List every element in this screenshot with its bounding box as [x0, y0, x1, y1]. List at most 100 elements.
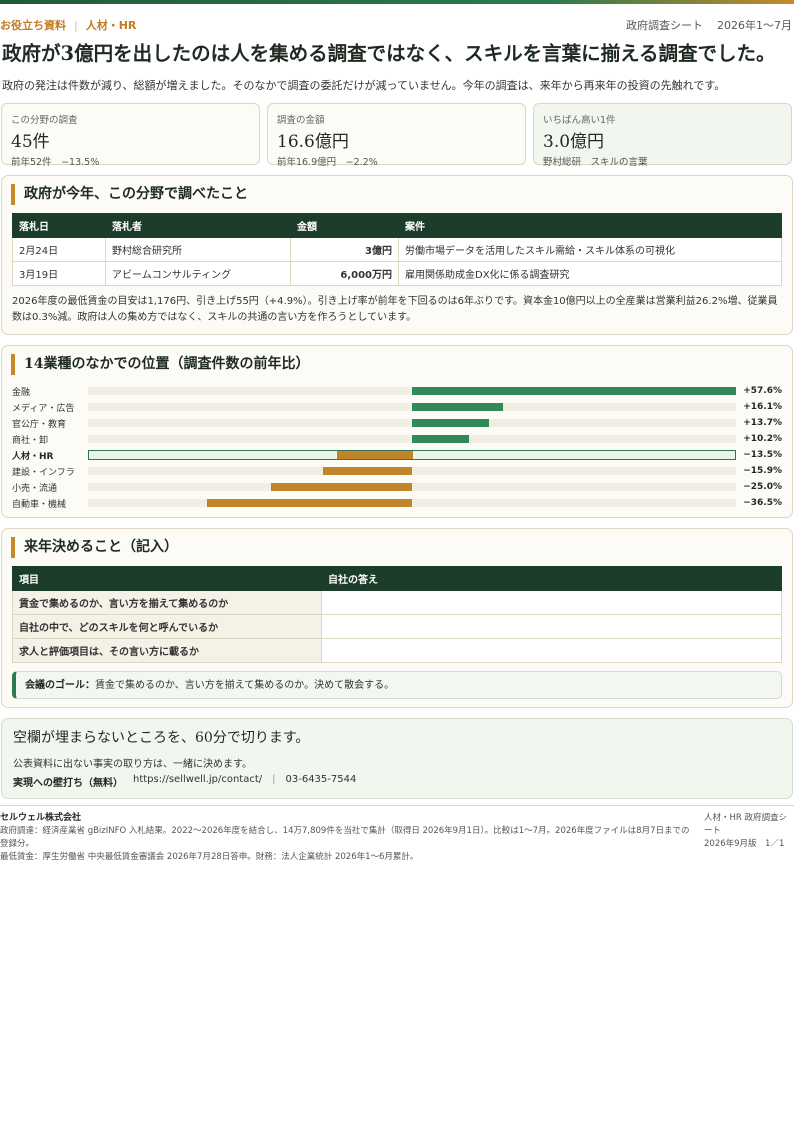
kpi-label: いちばん高い1件 — [543, 115, 616, 126]
cta-title: 空欄が埋まらないところを、60分で切ります。 — [13, 730, 310, 746]
chart-bar — [412, 387, 736, 395]
value-label: +13.7% — [743, 418, 782, 428]
chart-bar — [412, 403, 503, 411]
cell-date: 2月24日 — [12, 237, 106, 262]
table-row: 賃金で集めるのか、言い方を揃えて集めるのか — [12, 590, 782, 615]
tag-resources: お役立ち資料 — [0, 19, 66, 32]
category-label: 建設・インフラ — [12, 467, 75, 478]
contracts-table: 落札日 落札者 金額 案件 2月24日 野村総合研究所 3億円 労働市場データを… — [12, 213, 782, 286]
value-label: +16.1% — [743, 402, 782, 412]
chart-row: 金融 +57.6% — [12, 383, 782, 399]
category-label: 官公庁・教育 — [12, 419, 67, 430]
column-header: 案件 — [398, 213, 782, 238]
page-title: 政府が3億円を出したのは人を集める調査ではなく、スキルを言葉に揃える調査でした。 — [2, 42, 776, 65]
column-header: 項目 — [12, 566, 322, 591]
cell-winner: アビームコンサルティング — [105, 261, 291, 286]
industry-bar-chart: 金融 +57.6% メディア・広告 +16.1% 官公庁・教育 +13.7% 商社・卸 +10… — [12, 383, 782, 511]
chart-row: 官公庁・教育 +13.7% — [12, 415, 782, 431]
cell-amount: 6,000万円 — [290, 261, 399, 286]
bar-track — [88, 499, 736, 507]
cell-amount: 3億円 — [290, 237, 399, 262]
section-title: 政府が今年、この分野で調べたこと — [11, 184, 782, 205]
chart-row: 人材・HR −13.5% — [12, 447, 782, 463]
chart-row: 建設・インフラ −15.9% — [12, 463, 782, 479]
value-label: −15.9% — [743, 466, 782, 476]
chart-bar — [412, 435, 470, 443]
answer-field[interactable] — [321, 590, 782, 615]
category-label: 自動車・機械 — [12, 499, 67, 510]
header: お役立ち資料 | 人材・HR 政府調査シート 2026年1〜7月 — [0, 4, 794, 34]
tag-industry: 人材・HR — [85, 19, 137, 32]
footer-doc-info: 人材・HR 政府調査シート 2026年9月版 1／1 — [704, 812, 794, 864]
category-label: 金融 — [12, 387, 31, 398]
tag-separator: | — [74, 18, 78, 32]
bar-track — [88, 450, 736, 460]
column-header: 金額 — [290, 213, 399, 238]
bar-track — [88, 403, 736, 411]
value-label: +10.2% — [743, 434, 782, 444]
kpi-sub: 前年16.9億円 −2.2% — [277, 157, 378, 168]
footer-sources: セルウェル株式会社 政府調達：経済産業省 gBizINFO 入札結果。2022〜… — [0, 812, 690, 864]
decision-item: 自社の中で、どのスキルを何と呼んでいるか — [12, 614, 322, 639]
cell-subject: 労働市場データを活用したスキル需給・スキル体系の可視化 — [398, 237, 782, 262]
chart-bar — [271, 483, 412, 491]
goal-text: 賃金で集めるのか、言い方を揃えて集めるのか。決めて散会する。 — [95, 680, 395, 691]
lede-paragraph: 政府の発注は件数が減り、総額が増えました。そのなかで調査の委託だけが減っていませ… — [2, 79, 726, 92]
kpi-sub: 前年52件 −13.5% — [11, 157, 100, 168]
cta-box: 空欄が埋まらないところを、60分で切ります。 公表資料に出ない事実の取り方は、一… — [1, 718, 793, 799]
decision-item: 賃金で集めるのか、言い方を揃えて集めるのか — [12, 590, 322, 615]
kpi-sub: 野村総研 スキルの言葉 — [543, 157, 648, 168]
answer-field[interactable] — [321, 638, 782, 663]
table-header-row: 落札日 落札者 金額 案件 — [12, 213, 782, 238]
chart-row: メディア・広告 +16.1% — [12, 399, 782, 415]
category-tags: お役立ち資料 | 人材・HR — [0, 17, 136, 33]
contact-url-link[interactable]: https://sellwell.jp/contact/ — [133, 774, 262, 789]
decision-item: 求人と評価項目は、その言い方に載るか — [12, 638, 322, 663]
bar-track — [88, 387, 736, 395]
cta-text: 公表資料に出ない事実の取り方は、一緒に決めます。 — [13, 759, 252, 770]
column-header: 落札日 — [12, 213, 106, 238]
table-row: 求人と評価項目は、その言い方に載るか — [12, 638, 782, 663]
chart-bar — [322, 467, 412, 475]
cell-subject: 雇用関係助成金DX化に係る調査研究 — [398, 261, 782, 286]
contact-phone[interactable]: 03-6435-7544 — [286, 774, 357, 789]
bar-track — [88, 467, 736, 475]
chart-bar — [337, 451, 413, 459]
table-row: 3月19日 アビームコンサルティング 6,000万円 雇用関係助成金DX化に係る… — [12, 261, 782, 286]
footer-source-procurement: 政府調達：経済産業省 gBizINFO 入札結果。2022〜2026年度を結合し… — [0, 826, 690, 849]
sheet-meta: 政府調査シート 2026年1〜7月 — [626, 17, 792, 33]
meeting-goal: 会議のゴール：賃金で集めるのか、言い方を揃えて集めるのか。決めて散会する。 — [12, 671, 782, 699]
category-label: 小売・流通 — [12, 483, 58, 494]
bar-track — [88, 419, 736, 427]
section-title: 来年決めること（記入） — [11, 537, 782, 558]
chart-row: 商社・卸 +10.2% — [12, 431, 782, 447]
goal-label: 会議のゴール： — [25, 680, 95, 691]
footer-edition: 2026年9月版 1／1 — [704, 839, 785, 849]
sheet-period: 2026年1〜7月 — [717, 19, 792, 32]
chart-row: 小売・流通 −25.0% — [12, 479, 782, 495]
chart-bar — [412, 419, 490, 427]
kpi-cards: この分野の調査 45件 前年52件 −13.5% 調査の金額 16.6億円 前年… — [1, 103, 794, 168]
cell-winner: 野村総合研究所 — [105, 237, 291, 262]
table-header-row: 項目 自社の答え — [12, 566, 782, 591]
column-header: 自社の答え — [321, 566, 782, 591]
answer-field[interactable] — [321, 614, 782, 639]
kpi-card-amount: 調査の金額 16.6億円 前年16.9億円 −2.2% — [267, 103, 526, 168]
category-label: 人材・HR — [12, 451, 54, 462]
contracts-section: 政府が今年、この分野で調べたこと 落札日 落札者 金額 案件 2月24日 野村総… — [1, 175, 793, 335]
section-note: 2026年度の最低賃金の目安は1,176円、引き上げ55円（+4.9%）。引き上… — [12, 296, 778, 323]
decisions-table: 項目 自社の答え 賃金で集めるのか、言い方を揃えて集めるのか 自社の中で、どのス… — [12, 566, 782, 663]
footer-company: セルウェル株式会社 — [0, 813, 82, 823]
chart-row: 自動車・機械 −36.5% — [12, 495, 782, 511]
category-label: 商社・卸 — [12, 435, 49, 446]
chart-bar — [206, 499, 412, 507]
table-row: 2月24日 野村総合研究所 3億円 労働市場データを活用したスキル需給・スキル体… — [12, 237, 782, 262]
cta-link-label: 実現への壁打ち（無料） — [13, 778, 123, 789]
kpi-value: 16.6億円 — [277, 132, 349, 152]
value-label: −25.0% — [743, 482, 782, 492]
bar-track — [88, 483, 736, 491]
kpi-label: この分野の調査 — [11, 115, 78, 126]
kpi-card-count: この分野の調査 45件 前年52件 −13.5% — [1, 103, 260, 168]
kpi-card-top: いちばん高い1件 3.0億円 野村総研 スキルの言葉 — [533, 103, 792, 168]
bar-track — [88, 435, 736, 443]
